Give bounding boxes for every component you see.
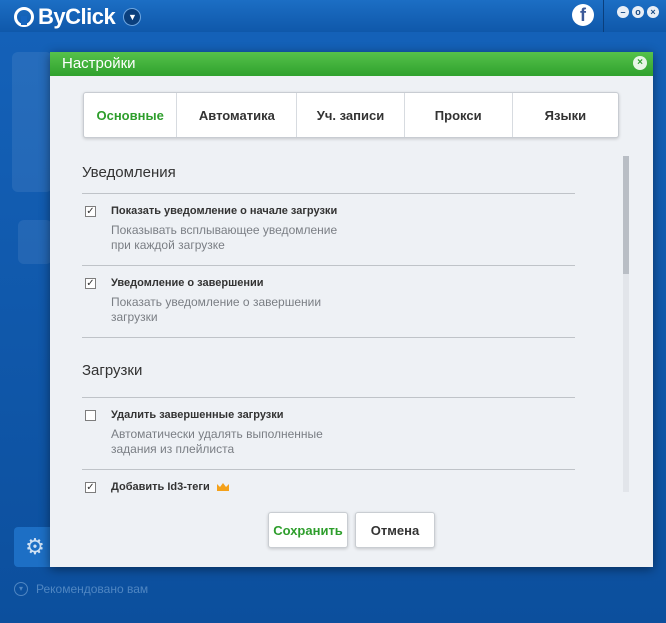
byclick-logo-icon — [14, 7, 34, 27]
section-title-notifications: Уведомления — [82, 164, 176, 181]
scrollbar[interactable] — [623, 156, 629, 492]
checkbox-id3-tags[interactable]: ✓ — [85, 482, 96, 493]
divider — [82, 193, 575, 194]
app-titlebar: ByClick ▼ f – o × — [0, 0, 666, 32]
tab-accounts[interactable]: Уч. записи — [297, 93, 405, 137]
background-card — [18, 220, 52, 264]
option-title-text: Добавить Id3-теги — [111, 481, 210, 493]
app-logo: ByClick ▼ — [14, 4, 142, 30]
cancel-button[interactable]: Отмена — [355, 512, 435, 548]
minimize-button[interactable]: – — [617, 6, 629, 18]
close-icon[interactable]: × — [633, 56, 647, 70]
option-title: Удалить завершенные загрузки — [111, 409, 284, 421]
background-card — [12, 52, 52, 192]
tab-proxy[interactable]: Прокси — [405, 93, 513, 137]
titlebar-divider — [603, 0, 604, 32]
settings-tabs: Основные Автоматика Уч. записи Прокси Яз… — [83, 92, 619, 138]
divider — [82, 469, 575, 470]
app-title: ByClick — [38, 4, 116, 29]
dialog-title: Настройки — [50, 52, 653, 76]
divider — [82, 337, 575, 338]
close-button[interactable]: × — [647, 6, 659, 18]
tab-languages[interactable]: Языки — [513, 93, 618, 137]
settings-content: Уведомления ✓ Показать уведомление о нач… — [82, 152, 626, 498]
settings-dialog: Настройки × Основные Автоматика Уч. запи… — [50, 52, 653, 567]
restore-button[interactable]: o — [632, 6, 644, 18]
recommended-link[interactable]: ▾ Рекомендовано вам — [14, 582, 148, 596]
checkbox-complete-notification[interactable]: ✓ — [85, 278, 96, 289]
checkbox-delete-completed[interactable] — [85, 410, 96, 421]
chevron-down-icon[interactable]: ▼ — [123, 8, 142, 26]
chevron-down-icon: ▾ — [14, 582, 28, 596]
recommended-label: Рекомендовано вам — [36, 582, 149, 596]
option-description: Показать уведомление о завершении загруз… — [111, 295, 322, 324]
option-description: Автоматически удалять выполненные задани… — [111, 427, 323, 456]
scrollbar-thumb[interactable] — [623, 156, 629, 274]
save-button[interactable]: Сохранить — [268, 512, 348, 548]
option-title: Уведомление о завершении — [111, 277, 264, 289]
facebook-icon[interactable]: f — [572, 4, 594, 26]
option-title: Показать уведомление о начале загрузки — [111, 205, 338, 217]
tab-automation[interactable]: Автоматика — [177, 93, 298, 137]
option-title: Добавить Id3-теги — [111, 481, 230, 493]
section-title-downloads: Загрузки — [82, 362, 143, 379]
option-description: Показывать всплывающее уведомление при к… — [111, 223, 338, 252]
divider — [82, 265, 575, 266]
tab-general[interactable]: Основные — [84, 93, 178, 137]
checkbox-start-notification[interactable]: ✓ — [85, 206, 96, 217]
crown-icon — [216, 483, 229, 492]
divider — [82, 397, 575, 398]
